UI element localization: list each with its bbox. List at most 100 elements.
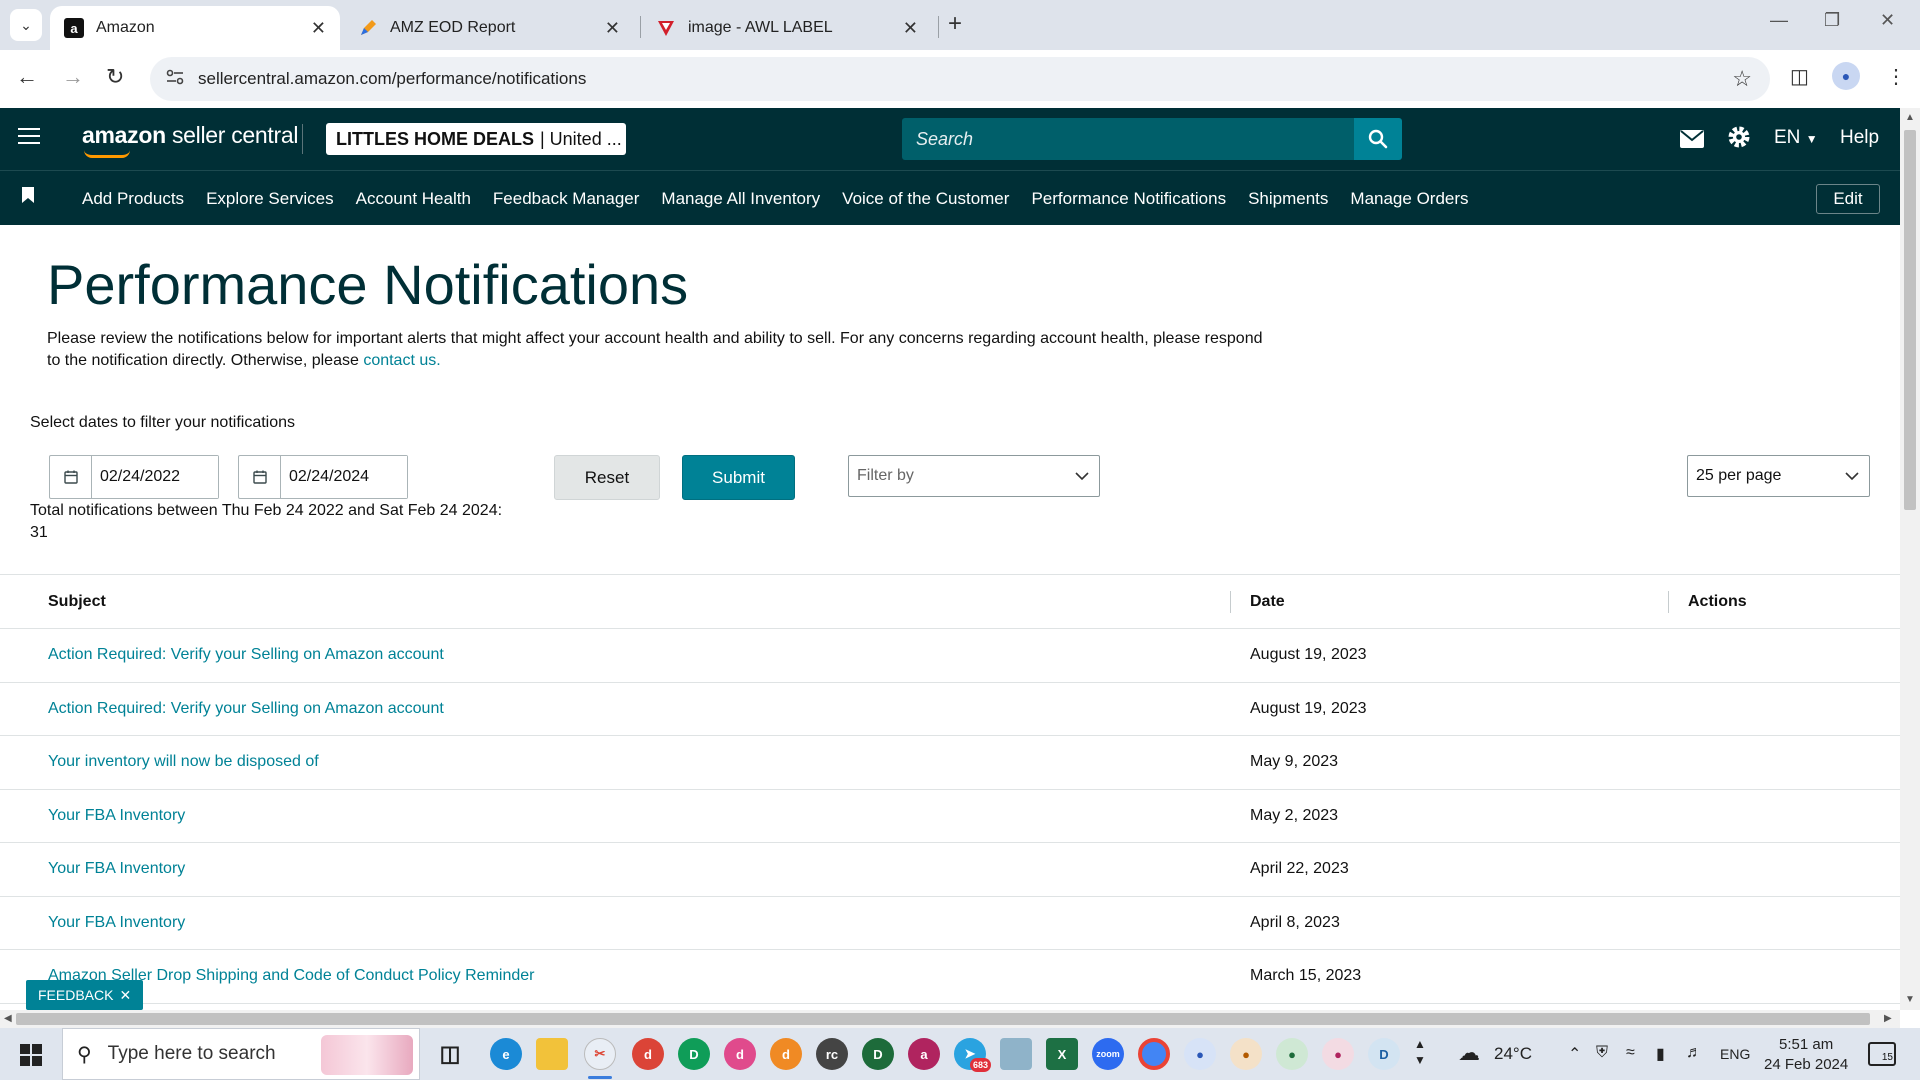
chrome-profile-icon[interactable]: D [678,1038,710,1070]
notification-subject-link[interactable]: Your FBA Inventory [48,807,185,825]
language-selector[interactable]: EN ▼ [1774,127,1818,149]
column-date[interactable]: Date [1250,593,1285,611]
tab-amazon[interactable]: a Amazon ✕ [50,6,340,50]
notification-center-icon[interactable]: 15 [1868,1042,1896,1066]
battery-icon[interactable]: ▮ [1656,1044,1665,1064]
snipping-tool-icon[interactable]: ✂ [584,1038,616,1070]
site-info-icon[interactable] [166,69,186,90]
nav-manage-all-inventory[interactable]: Manage All Inventory [661,189,820,209]
task-view-icon[interactable]: ◫ [434,1038,466,1070]
notification-subject-link[interactable]: Your inventory will now be disposed of [48,753,319,771]
nav-explore-services[interactable]: Explore Services [206,189,334,209]
minimize-icon[interactable]: — [1770,10,1788,31]
chrome-profile-icon[interactable]: d [632,1038,664,1070]
show-hidden-icons-icon[interactable]: ⌃ [1568,1044,1581,1064]
close-tab-icon[interactable]: ✕ [903,18,918,39]
browser-menu-icon[interactable]: ⋮ [1886,64,1906,89]
scroll-right-icon[interactable]: ▶ [1884,1013,1892,1024]
submit-button[interactable]: Submit [682,455,795,500]
nav-account-health[interactable]: Account Health [356,189,471,209]
security-shield-icon[interactable]: ⛨ [1596,1044,1608,1062]
taskbar-search[interactable]: ⚲ Type here to search [62,1028,420,1080]
reload-icon[interactable]: ↻ [106,64,124,90]
seller-central-logo[interactable]: amazon seller central [82,122,298,149]
profile-avatar-icon[interactable]: ● [1832,62,1860,90]
calendar-icon[interactable] [239,456,281,498]
mail-icon[interactable] [1680,128,1704,154]
filter-by-select[interactable]: Filter by [848,455,1100,497]
address-bar[interactable]: sellercentral.amazon.com/performance/not… [150,57,1770,101]
contact-us-link[interactable]: contact us. [363,352,440,369]
tab-search-chevron-icon[interactable]: ⌄ [10,9,42,41]
weather-cloud-icon[interactable]: ☁ [1458,1040,1480,1066]
url-text[interactable]: sellercentral.amazon.com/performance/not… [198,69,586,89]
notification-subject-link[interactable]: Your FBA Inventory [48,914,185,932]
end-date-input[interactable] [281,456,407,498]
excel-icon[interactable]: X [1046,1038,1078,1070]
feedback-button[interactable]: FEEDBACK ✕ [26,980,144,1010]
chrome-profile-icon[interactable]: D [862,1038,894,1070]
nav-voice-of-the-customer[interactable]: Voice of the Customer [842,189,1009,209]
notification-subject-link[interactable]: Action Required: Verify your Selling on … [48,646,444,664]
temperature[interactable]: 24°C [1494,1044,1532,1064]
tab-amz-eod-report[interactable]: AMZ EOD Report ✕ [344,6,634,50]
settings-gear-icon[interactable] [1726,124,1752,156]
close-tab-icon[interactable]: ✕ [311,18,326,39]
chrome-profile-icon[interactable]: ● [1322,1038,1354,1070]
chrome-profile-icon[interactable]: rc [816,1038,848,1070]
chrome-profile-icon[interactable]: ● [1276,1038,1308,1070]
search-button[interactable] [1354,118,1402,160]
chrome-profile-icon[interactable]: a [908,1038,940,1070]
vertical-scrollbar[interactable]: ▲ ▼ [1900,108,1920,1010]
close-icon[interactable]: ✕ [119,987,131,1004]
notes-app-icon[interactable] [1000,1038,1032,1070]
nav-add-products[interactable]: Add Products [82,189,184,209]
file-explorer-icon[interactable] [536,1038,568,1070]
edge-icon[interactable]: e [490,1038,522,1070]
close-tab-icon[interactable]: ✕ [605,18,620,39]
search-input[interactable] [916,128,1336,150]
chrome-profile-icon[interactable]: d [770,1038,802,1070]
tab-awl-label[interactable]: image - AWL LABEL ✕ [642,6,932,50]
chrome-profile-icon[interactable]: d [724,1038,756,1070]
system-clock[interactable]: 5:51 am 24 Feb 2024 [1764,1035,1848,1075]
start-date-input[interactable] [92,456,218,498]
new-tab-plus-icon[interactable]: + [948,10,962,38]
chrome-icon[interactable] [1138,1038,1170,1070]
hamburger-menu-icon[interactable] [18,128,40,149]
horizontal-scrollbar[interactable]: ◀ ▶ [0,1010,1900,1028]
nav-feedback-manager[interactable]: Feedback Manager [493,189,639,209]
scroll-up-icon[interactable]: ▲ [1905,112,1915,123]
reset-button[interactable]: Reset [554,455,660,500]
input-language[interactable]: ENG [1720,1046,1750,1062]
calendar-icon[interactable] [50,456,92,498]
vertical-scroll-thumb[interactable] [1904,130,1916,510]
restore-icon[interactable]: ❐ [1824,10,1840,31]
nav-performance-notifications[interactable]: Performance Notifications [1031,189,1226,209]
help-link[interactable]: Help [1840,127,1879,149]
nav-shipments[interactable]: Shipments [1248,189,1328,209]
windows-start-icon[interactable] [20,1044,42,1066]
scroll-left-icon[interactable]: ◀ [4,1013,12,1024]
nav-manage-orders[interactable]: Manage Orders [1350,189,1468,209]
column-subject[interactable]: Subject [48,593,106,611]
chrome-profile-icon[interactable]: ● [1230,1038,1262,1070]
per-page-select[interactable]: 25 per page [1687,455,1870,497]
edit-nav-button[interactable]: Edit [1816,184,1880,214]
back-arrow-icon[interactable]: ← [16,64,38,90]
close-window-icon[interactable]: ✕ [1880,10,1895,31]
taskbar-scroll-icon[interactable]: ▲ ▼ [1414,1036,1426,1068]
bookmark-star-icon[interactable]: ☆ [1732,66,1752,92]
chrome-profile-icon[interactable]: D [1368,1038,1400,1070]
notification-subject-link[interactable]: Action Required: Verify your Selling on … [48,700,444,718]
scroll-down-icon[interactable]: ▼ [1905,994,1915,1005]
bookmark-icon[interactable] [22,187,34,208]
side-panel-icon[interactable]: ◫ [1790,64,1809,89]
wifi-icon[interactable]: ≈ [1626,1044,1635,1062]
store-selector[interactable]: LITTLES HOME DEALS | United ... [326,123,626,155]
chrome-profile-icon[interactable]: ● [1184,1038,1216,1070]
notification-subject-link[interactable]: Your FBA Inventory [48,860,185,878]
zoom-icon[interactable]: zoom [1092,1038,1124,1070]
volume-icon[interactable]: ♬ [1686,1044,1702,1062]
forward-arrow-icon[interactable]: → [62,64,84,90]
